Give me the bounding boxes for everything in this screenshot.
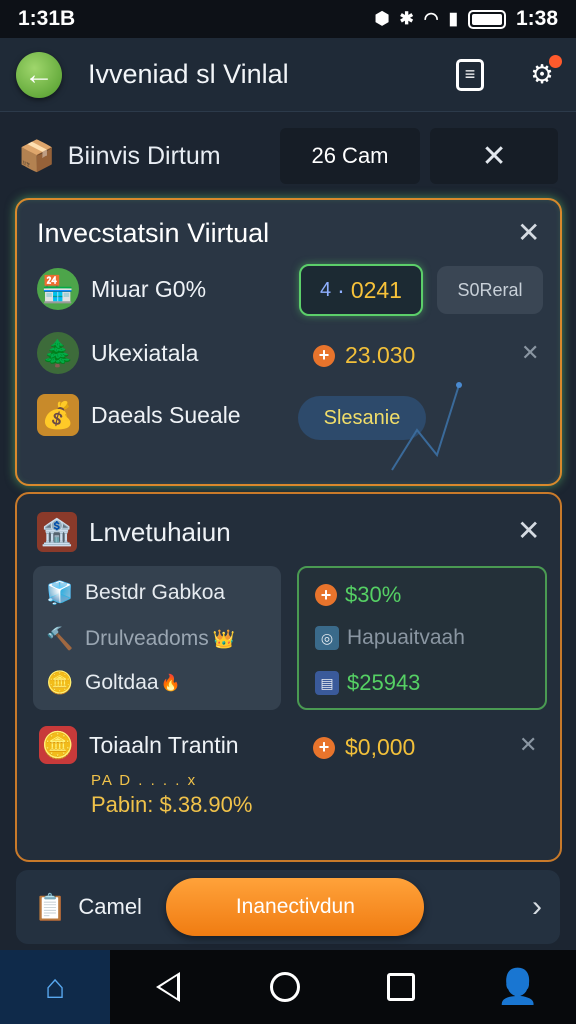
action-bar: 📋 Camel Inanectivdun › [16,870,560,944]
row1-label: Miuar G0% [91,275,207,302]
crown-icon: 👑 [212,628,236,649]
list-item[interactable]: 🪙 Goltdaa 🔥 [45,668,180,698]
fire-icon: 🔥 [160,675,181,692]
app-header: ← Ivveniad sl Vinlal ≡ ⚙ [0,38,576,112]
machine-icon: 🏪 [37,268,79,310]
row3-label: Daeals Sueale [91,401,241,428]
value-chip[interactable]: 4 · 0241 [299,264,423,316]
cash-icon: 💰 [37,394,79,436]
list-item-label: Goltdaa [85,671,159,694]
close-icon[interactable]: ✕ [521,340,539,366]
card1-row-1: 🏪 Miuar G0% [37,268,206,310]
list-item[interactable]: 🧊 Bestdr Gabkoa [45,578,225,608]
coin-icon: + [313,344,335,367]
return-label: Hapuaitvaah [347,626,465,649]
assets-list: 🧊 Bestdr Gabkoa 🔨 Drulveadoms 👑 🪙 Goltda… [33,566,281,710]
wifi-icon: ◠ [423,9,439,28]
coin-icon: + [313,736,335,759]
tree-icon: 🌲 [37,332,79,374]
close-icon[interactable]: ✕ [519,732,537,758]
list-item: + $30% [315,582,401,608]
list-item: ▤ $25943 [315,670,420,696]
cube-icon: 🧊 [46,580,74,605]
building-icon: 🏦 [37,512,77,552]
chip-value: 0241 [350,276,402,303]
list-item-label: Drulveadoms [85,627,209,650]
notification-dot [549,54,562,68]
row2-label: Ukexiatala [91,339,199,366]
back-arrow-icon[interactable]: ← [16,51,62,98]
profit-value: Pabin: $.38.90% [91,792,253,817]
chevron-right-icon[interactable]: › [532,890,542,924]
row2-value: 23.030 [345,342,416,368]
chip-dots: · [337,276,345,303]
profile-button[interactable]: 👤 [460,950,576,1024]
nav-home-button[interactable] [227,950,344,1024]
top-row: 📦 Biinvis Dirtum 26 Cam ✕ [18,126,558,186]
camel-label: Camel [78,894,142,919]
bluetooth-icon: ✱ [399,9,414,28]
virtual-investment-card: Invecstatsin Viirtual ✕ 🏪 Miuar G0% 4 · … [15,198,562,486]
total-row: 🪙 Toiaaln Trantin [39,726,239,764]
recent-square-icon [387,973,416,1001]
system-nav-bar: ⌂ 👤 [0,950,576,1024]
close-icon[interactable]: ✕ [517,216,540,249]
status-time-left: 1:31B [18,7,76,30]
card1-title: Invecstatsin Viirtual [37,218,270,248]
top-row-value[interactable]: 26 Cam [279,128,421,184]
card2-header: 🏦 Lnvetuhaiun [37,512,231,552]
card1-row-3: 💰 Daeals Sueale [37,394,241,436]
settings-button[interactable]: ⚙ [524,54,562,93]
row2-value-group: + 23.030 [313,342,415,369]
chip-icon: 4 [320,278,332,301]
status-time-right: 1:38 [515,7,558,30]
bars-icon: 🪙 [46,670,74,695]
nav-back-button[interactable] [110,950,227,1024]
list-item[interactable]: 🔨 Drulveadoms 👑 [45,624,235,654]
close-icon[interactable]: ✕ [517,514,540,547]
list-item: ◎ Hapuaitvaah [315,626,465,650]
box-icon: 📦 [18,139,56,173]
page-title: Ivveniad sl Vinlal [88,59,289,89]
invest-button[interactable]: Inanectivdun [166,878,425,936]
list-item-label: Bestdr Gabkoa [85,581,226,604]
return-value: $30% [345,582,402,607]
home-tab[interactable]: ⌂ [0,950,110,1024]
total-value-group: + $0,000 [313,734,415,761]
close-button[interactable]: ✕ [430,128,558,184]
chart-icon: ◎ [315,626,339,650]
profile-icon: 👤 [496,968,539,1006]
record-icon: ⬢ [374,9,390,28]
wallet-icon: 🪙 [39,726,77,764]
home-circle-icon [269,972,300,1002]
top-row-label: Biinvis Dirtum [67,141,221,170]
home-icon: ⌂ [44,967,66,1006]
status-icons: ⬢ ✱ ◠ ▮ 1:38 [375,7,558,31]
investment-card: 🏦 Lnvetuhaiun ✕ 🧊 Bestdr Gabkoa 🔨 Drulve… [15,492,562,862]
tools-icon: 🔨 [46,626,74,651]
returns-list: + $30% ◎ Hapuaitvaah ▤ $25943 [297,566,547,710]
signal-icon: ▮ [448,9,458,28]
coin-icon: + [315,584,337,606]
clipboard-icon: 📋 [34,891,67,922]
document-button[interactable]: ≡ [452,57,488,93]
back-triangle-icon [156,972,181,1002]
action-button[interactable]: S0Reral [437,266,543,314]
return-value: $25943 [347,670,421,695]
status-bar: 1:31B ⬢ ✱ ◠ ▮ 1:38 [0,0,576,38]
total-label: Toiaaln Trantin [89,731,239,758]
document-icon: ≡ [456,58,484,91]
ledger-icon: ▤ [315,671,339,695]
nav-recent-button[interactable] [343,950,460,1024]
card2-title: Lnvetuhaiun [89,516,231,547]
profit-caption: PA D . . . . x [91,772,198,789]
trend-line-icon [391,382,462,471]
total-value: $0,000 [345,734,416,760]
battery-icon [467,9,506,29]
card1-row-2: 🌲 Ukexiatala [37,332,198,374]
